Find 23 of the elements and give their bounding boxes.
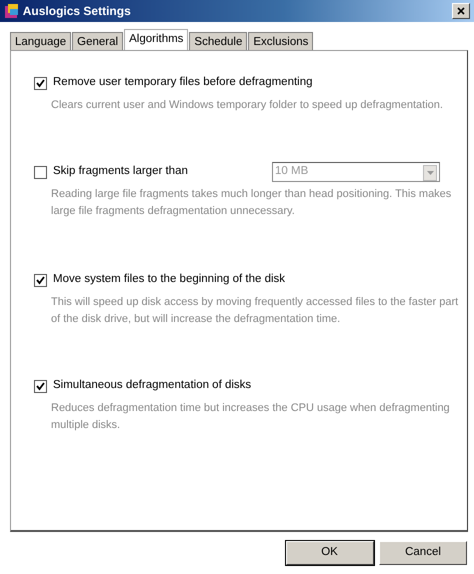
dialog-button[interactable]: Cancel [379, 541, 467, 565]
close-button[interactable] [452, 3, 470, 19]
checkbox[interactable] [34, 274, 47, 286]
tab[interactable]: Exclusions [248, 32, 314, 50]
checkbox-label[interactable]: Remove user temporary files before defragmenting [53, 74, 313, 92]
window-title: Auslogics Settings [22, 3, 131, 20]
tab[interactable]: Algorithms [124, 29, 188, 50]
checkbox-label[interactable]: Move system files to the beginning of the disk [53, 271, 286, 289]
checkbox-label[interactable]: Simultaneous defragmentation of disks [53, 377, 252, 395]
checkbox[interactable] [34, 380, 47, 392]
option-description: Clears current user and Windows temporary folder to speed up defragmentation. [51, 98, 444, 113]
option-description: Reading large file fragments takes much longer than head positioning. This makes large file fragments defragmentation unnecessary. [51, 187, 452, 219]
tab[interactable]: Schedule [189, 32, 248, 50]
option-description: This will speed up disk access by moving frequently accessed files to the faster part of the disk drive, but will increase the defragmentation time. [51, 295, 460, 327]
dialog-button[interactable]: OK [286, 541, 374, 565]
option-description: Reduces defragmentation time but increases the CPU usage when defragmenting multiple disks. [51, 401, 451, 433]
checkbox-label[interactable]: Skip fragments larger than [53, 163, 188, 181]
close-icon [457, 6, 465, 15]
tab[interactable]: General [72, 32, 124, 50]
checkbox[interactable] [34, 76, 47, 90]
tab[interactable]: Language [10, 32, 72, 50]
app-icon [4, 3, 20, 19]
checkbox[interactable] [34, 166, 47, 178]
